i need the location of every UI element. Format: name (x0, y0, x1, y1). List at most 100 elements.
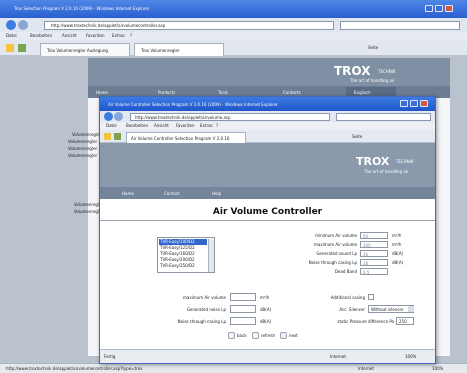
list-item[interactable]: TVR-Easy/125/D2 (160, 245, 206, 250)
product-listbox[interactable]: TVR-Easy/100/D2 TVR-Easy/125/D2 TVR-Easy… (157, 237, 215, 273)
front-search-box[interactable] (336, 113, 431, 121)
front-menu-item-4[interactable]: Favoriten (176, 123, 195, 128)
front-close-button[interactable] (420, 100, 428, 107)
front-page-body: Air Volume Controller TVR-Easy/100/D2 TV… (100, 199, 435, 349)
acc-silencer-selected: Without silencer (371, 307, 404, 312)
back-address-bar[interactable]: http://www.troxtechnik.de/applet/airvolu… (44, 21, 334, 30)
list-item[interactable]: TVR-Easy/250/D2 (160, 263, 206, 268)
front-tab-row: Air Volume Controller Selection Program … (100, 130, 435, 143)
front-nav-contact[interactable]: Contact (164, 191, 180, 196)
next-button-label[interactable]: next (289, 333, 298, 338)
front-favorites-star-icon[interactable] (104, 133, 111, 140)
tree-item[interactable]: Volumenregler (68, 139, 97, 144)
casing-noise-input-label: Noise through casing Lp (177, 319, 226, 324)
static-pressure-input[interactable]: 250 (396, 317, 414, 325)
back-nav-home[interactable]: Home (96, 90, 108, 95)
title-divider (100, 220, 435, 221)
back-button-icon[interactable] (6, 20, 16, 30)
min-air-volume-unit: m³/h (392, 233, 402, 238)
foreground-browser-window: Air Volume Controller Selection Program … (99, 96, 436, 364)
casing-noise-output: 18 (360, 259, 388, 266)
front-menu-bar: Datei Bearbeiten Ansicht Favoriten Extra… (100, 122, 435, 130)
front-title-bar: Air Volume Controller Selection Program … (100, 97, 435, 111)
back-close-button[interactable] (445, 5, 453, 12)
back-tab-1[interactable]: Trox Volumenregler Auslegung (40, 43, 130, 56)
list-item[interactable]: TVR-Easy/160/D2 (160, 251, 206, 256)
acc-silencer-select[interactable]: Without silencer (368, 305, 414, 313)
back-button-label[interactable]: back (237, 333, 247, 338)
generated-sound-label: Generated sound Lp (316, 251, 357, 256)
front-add-favorite-icon[interactable] (114, 133, 121, 140)
generated-noise-input[interactable] (230, 305, 256, 313)
front-menu-item-5[interactable]: Extras (200, 123, 213, 128)
additional-casing-checkbox[interactable] (368, 294, 374, 300)
front-status-zone: Internet (330, 354, 346, 359)
forward-button-icon[interactable] (18, 20, 28, 30)
tree-item[interactable]: Volumenregler (72, 132, 101, 137)
back-menu-item-2[interactable]: Bearbeiten (30, 33, 52, 38)
back-trox-logo: TROX (334, 64, 371, 78)
tree-item[interactable]: Volumenregler (68, 153, 97, 158)
refresh-button-icon[interactable] (252, 332, 259, 339)
max-air-input-label: maximum Air volume (182, 295, 226, 300)
back-tab-2[interactable]: Trox Volumenregler (134, 43, 224, 56)
front-status-zoom[interactable]: 100% (405, 354, 416, 359)
front-minimize-button[interactable] (400, 100, 408, 107)
static-pressure-label: static Pressure difference Pa (337, 319, 394, 324)
front-site-nav: Home Contact Help (100, 187, 435, 199)
tree-item[interactable]: Volumenregler (68, 146, 97, 151)
back-menu-item-6[interactable]: ? (130, 33, 132, 38)
front-tools-label[interactable]: Seite (352, 134, 362, 139)
back-nav-button-icon[interactable] (228, 332, 235, 339)
favorites-star-icon[interactable] (6, 44, 14, 52)
list-item[interactable]: TVR-Easy/100/D2 (160, 239, 206, 244)
front-nav-help[interactable]: Help (212, 191, 221, 196)
back-menu-item-1[interactable]: Datei (6, 33, 17, 38)
back-status-zoom[interactable]: 100% (432, 366, 443, 371)
min-air-volume-label: minimum Air volume (315, 233, 357, 238)
back-trox-logo-sub: TECHNIK (378, 69, 396, 74)
front-menu-item-6[interactable]: ? (216, 123, 218, 128)
max-air-volume-label: maximum Air volume (313, 242, 357, 247)
front-menu-item-3[interactable]: Ansicht (154, 123, 169, 128)
casing-noise-input[interactable] (230, 317, 256, 325)
front-menu-item-1[interactable]: Datei (106, 123, 117, 128)
casing-noise-value: 18 (363, 261, 369, 266)
front-maximize-button[interactable] (410, 100, 418, 107)
back-nav-products[interactable]: Products (158, 90, 175, 95)
chevron-down-icon[interactable] (408, 306, 414, 312)
back-nav-tools[interactable]: Tools (218, 90, 228, 95)
min-air-volume-output: 50 (360, 232, 388, 239)
back-menu-item-4[interactable]: Favoriten (86, 33, 105, 38)
front-window-title: Air Volume Controller Selection Program … (108, 102, 278, 107)
casing-noise-input-unit: dB(A) (260, 319, 272, 324)
refresh-button-label[interactable]: refresh (261, 333, 275, 338)
list-scrollbar[interactable] (208, 239, 214, 272)
front-status-bar: Fertig Internet 100% (100, 349, 435, 363)
back-tree-list: Volumenregler Volumenregler Volumenregle… (56, 132, 103, 214)
back-search-box[interactable] (340, 21, 460, 30)
generated-noise-input-label: Generated noise Lp (186, 307, 226, 312)
add-favorite-icon[interactable] (18, 44, 26, 52)
back-status-zone: Internet (358, 366, 374, 371)
list-item[interactable]: TVR-Easy/200/D2 (160, 257, 206, 262)
front-menu-item-2[interactable]: Bearbeiten (126, 123, 148, 128)
front-tab-1[interactable]: Air Volume Controller Selection Program … (126, 132, 246, 143)
back-minimize-button[interactable] (425, 5, 433, 12)
back-menu-item-3[interactable]: Ansicht (62, 33, 77, 38)
back-tools-label[interactable]: Seite (368, 45, 378, 50)
front-back-icon[interactable] (104, 112, 113, 121)
front-nav-home[interactable]: Home (122, 191, 134, 196)
front-address-row: http://www.troxtechnik.de/applet/airvolu… (100, 111, 435, 122)
back-nav-contacts[interactable]: Contacts (283, 90, 301, 95)
back-maximize-button[interactable] (435, 5, 443, 12)
front-address-bar[interactable]: http://www.troxtechnik.de/applet/airvolu… (130, 113, 330, 121)
generated-noise-input-unit: dB(A) (260, 307, 272, 312)
front-trox-logo: TROX (356, 155, 390, 168)
front-tab-1-label: Air Volume Controller Selection Program … (131, 136, 230, 141)
front-trox-tagline: The art of handling air (364, 169, 409, 174)
back-menu-item-5[interactable]: Extras (112, 33, 125, 38)
max-air-input[interactable] (230, 293, 256, 301)
next-button-icon[interactable] (280, 332, 287, 339)
front-forward-icon[interactable] (114, 112, 123, 121)
